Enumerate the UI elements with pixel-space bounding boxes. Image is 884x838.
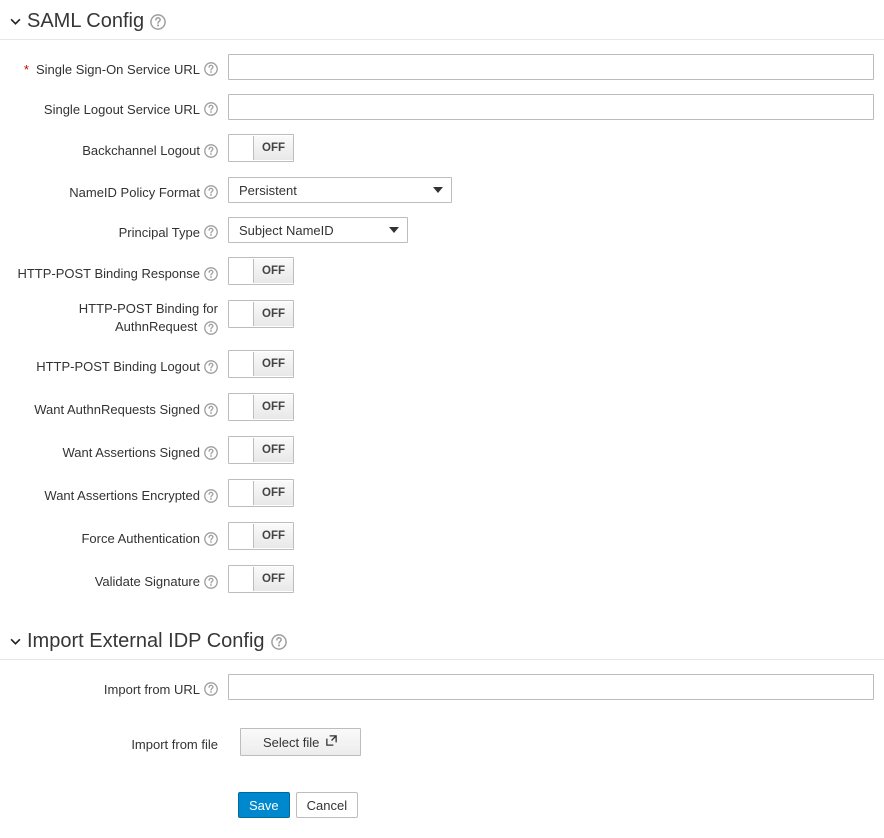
section-title: SAML Config [27, 10, 144, 33]
label-line1: HTTP-POST Binding for [79, 301, 218, 316]
label: Want Assertions Signed [62, 445, 200, 460]
row-force-authentication: Force Authentication OFF [10, 522, 874, 551]
slo-url-input[interactable] [228, 94, 874, 120]
label: Principal Type [119, 225, 200, 240]
row-backchannel-logout: Backchannel Logout OFF [10, 134, 874, 163]
row-nameid-policy-format: NameID Policy Format Persistent [10, 177, 874, 203]
help-icon[interactable] [150, 14, 166, 30]
toggle-state: OFF [254, 524, 293, 548]
toggle-knob [229, 438, 254, 462]
chevron-down-icon [10, 636, 21, 647]
saml-config-form: * Single Sign-On Service URL Single Logo… [0, 54, 884, 620]
help-icon[interactable] [204, 403, 218, 417]
caret-down-icon [389, 227, 399, 233]
toggle-state: OFF [254, 481, 293, 505]
want-assertions-encrypted-toggle[interactable]: OFF [228, 479, 294, 507]
label: Backchannel Logout [82, 143, 200, 158]
open-file-icon [325, 734, 338, 750]
select-value: Persistent [239, 183, 297, 198]
row-principal-type: Principal Type Subject NameID [10, 217, 874, 243]
row-validate-signature: Validate Signature OFF [10, 565, 874, 594]
help-icon[interactable] [204, 682, 218, 696]
label: Single Sign-On Service URL [36, 62, 200, 77]
row-slo-url: Single Logout Service URL [10, 94, 874, 120]
label: Import from file [131, 737, 218, 752]
section-header-saml[interactable]: SAML Config [0, 10, 884, 40]
label: Force Authentication [81, 531, 200, 546]
label: NameID Policy Format [69, 185, 200, 200]
label: Want Assertions Encrypted [44, 488, 200, 503]
select-value: Subject NameID [239, 223, 334, 238]
toggle-knob [229, 567, 254, 591]
help-icon[interactable] [204, 144, 218, 158]
http-post-binding-authn-toggle[interactable]: OFF [228, 300, 294, 328]
toggle-knob [229, 136, 254, 160]
toggle-knob [229, 481, 254, 505]
row-http-post-binding-logout: HTTP-POST Binding Logout OFF [10, 350, 874, 379]
http-post-binding-logout-toggle[interactable]: OFF [228, 350, 294, 378]
required-marker: * [24, 62, 29, 77]
help-icon[interactable] [204, 225, 218, 239]
toggle-knob [229, 352, 254, 376]
label: Single Logout Service URL [44, 102, 200, 117]
toggle-state: OFF [254, 438, 293, 462]
help-icon[interactable] [204, 446, 218, 460]
help-icon[interactable] [204, 62, 218, 76]
toggle-knob [229, 524, 254, 548]
label-line2: AuthnRequest [115, 319, 197, 334]
help-icon[interactable] [204, 575, 218, 589]
row-http-post-binding-response: HTTP-POST Binding Response OFF [10, 257, 874, 286]
toggle-knob [229, 259, 254, 283]
section-header-import[interactable]: Import External IDP Config [0, 630, 884, 660]
help-icon[interactable] [204, 102, 218, 116]
caret-down-icon [433, 187, 443, 193]
toggle-state: OFF [254, 136, 293, 160]
label: Import from URL [104, 682, 200, 697]
label: HTTP-POST Binding Logout [36, 359, 200, 374]
toggle-state: OFF [254, 352, 293, 376]
help-icon[interactable] [204, 489, 218, 503]
http-post-binding-response-toggle[interactable]: OFF [228, 257, 294, 285]
chevron-down-icon [10, 16, 21, 27]
help-icon[interactable] [204, 321, 218, 335]
help-icon[interactable] [204, 267, 218, 281]
toggle-state: OFF [254, 302, 293, 326]
help-icon[interactable] [271, 634, 287, 650]
save-button[interactable]: Save [238, 792, 290, 818]
toggle-knob [229, 302, 254, 326]
row-want-authnreq-signed: Want AuthnRequests Signed OFF [10, 393, 874, 422]
select-file-label: Select file [263, 735, 319, 750]
help-icon[interactable] [204, 532, 218, 546]
principal-type-select[interactable]: Subject NameID [228, 217, 408, 243]
want-assertions-signed-toggle[interactable]: OFF [228, 436, 294, 464]
row-want-assertions-signed: Want Assertions Signed OFF [10, 436, 874, 465]
backchannel-logout-toggle[interactable]: OFF [228, 134, 294, 162]
toggle-state: OFF [254, 259, 293, 283]
section-title: Import External IDP Config [27, 630, 265, 653]
cancel-button[interactable]: Cancel [296, 792, 358, 818]
validate-signature-toggle[interactable]: OFF [228, 565, 294, 593]
import-idp-form: Import from URL Import from file Select … [0, 674, 884, 792]
label: HTTP-POST Binding Response [17, 266, 200, 281]
form-actions: Save Cancel [228, 792, 884, 838]
sso-url-input[interactable] [228, 54, 874, 80]
row-sso-url: * Single Sign-On Service URL [10, 54, 874, 80]
help-icon[interactable] [204, 185, 218, 199]
label: Want AuthnRequests Signed [34, 402, 200, 417]
row-want-assertions-encrypted: Want Assertions Encrypted OFF [10, 479, 874, 508]
label: Validate Signature [95, 574, 200, 589]
row-http-post-binding-authn: HTTP-POST Binding for AuthnRequest OFF [10, 300, 874, 336]
toggle-state: OFF [254, 567, 293, 591]
toggle-knob [229, 395, 254, 419]
help-icon[interactable] [204, 360, 218, 374]
row-import-from-file: Import from file Select file [10, 728, 874, 756]
import-from-url-input[interactable] [228, 674, 874, 700]
row-import-from-url: Import from URL [10, 674, 874, 700]
nameid-policy-format-select[interactable]: Persistent [228, 177, 452, 203]
force-authentication-toggle[interactable]: OFF [228, 522, 294, 550]
select-file-button[interactable]: Select file [240, 728, 361, 756]
toggle-state: OFF [254, 395, 293, 419]
want-authnreq-signed-toggle[interactable]: OFF [228, 393, 294, 421]
